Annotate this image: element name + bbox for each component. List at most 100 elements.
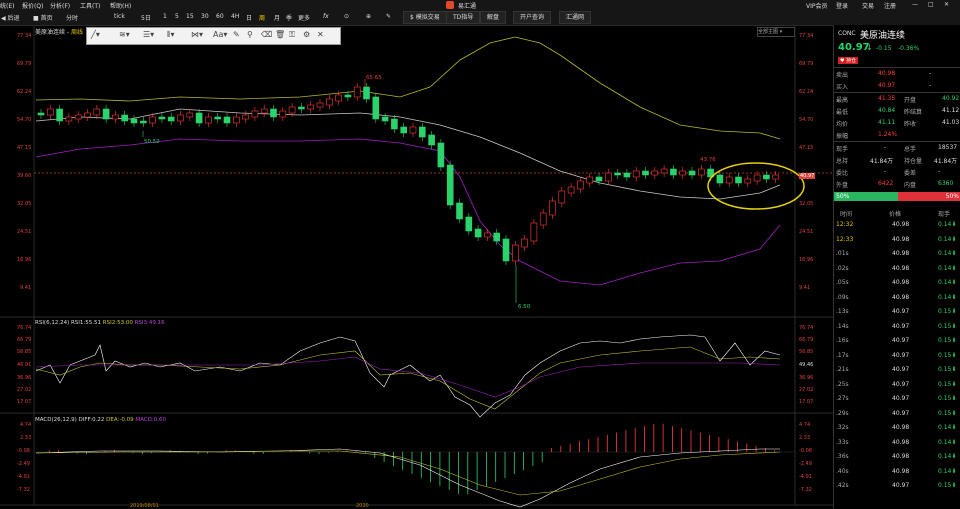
buy-volume: - bbox=[929, 82, 932, 89]
settings-icon[interactable]: ⊙ bbox=[344, 13, 349, 20]
toolbar-item-week[interactable]: 周 bbox=[259, 13, 265, 22]
candle-body bbox=[614, 172, 621, 176]
home-button[interactable]: ■ 首页 bbox=[33, 13, 53, 22]
boll-upper-line bbox=[35, 36, 781, 140]
toolbar-item-1[interactable]: 1 bbox=[163, 13, 167, 20]
toolbar-item-60[interactable]: 60 bbox=[216, 13, 224, 20]
candle-body bbox=[511, 244, 519, 262]
main-chart-area[interactable]: 65.65 50.52 6.50 43.76 bbox=[0, 25, 833, 509]
menu-analysis[interactable]: 分析(F) bbox=[50, 1, 70, 10]
trade-link[interactable]: 交易 bbox=[862, 1, 874, 10]
trade-volume: 0.14⬇ bbox=[938, 438, 957, 446]
toolbar-item-tick[interactable]: tick bbox=[114, 13, 125, 20]
td-guide-button[interactable]: TD指导 bbox=[446, 11, 481, 24]
open-label: 开盘 bbox=[904, 97, 917, 104]
candle-body bbox=[149, 116, 156, 124]
candle-body bbox=[670, 168, 677, 176]
toolbar-item-5day[interactable]: 5日 bbox=[141, 13, 151, 22]
register-link[interactable]: 注册 bbox=[884, 1, 896, 10]
sell-price: 40.98 bbox=[878, 70, 896, 77]
trade-time: .01s bbox=[836, 250, 849, 257]
trade-time: .33s bbox=[836, 438, 849, 446]
trade-price: 40.97 bbox=[892, 380, 910, 388]
login-link[interactable]: 登录 bbox=[836, 1, 848, 10]
candle-body bbox=[716, 174, 724, 184]
ltick-7: 24.51 bbox=[17, 229, 32, 235]
sell-label: 卖出 bbox=[836, 72, 849, 79]
candle-body bbox=[484, 232, 491, 238]
candle-body bbox=[660, 168, 668, 174]
trade-time: .25s bbox=[836, 380, 849, 388]
boll-lower-line bbox=[35, 138, 781, 286]
rsi-ltick-4: 36.96 bbox=[17, 375, 32, 381]
high-value: 41.35 bbox=[878, 95, 896, 102]
toolbar-item-day[interactable]: 日 bbox=[246, 13, 252, 22]
toolbar-item-5[interactable]: 5 bbox=[175, 13, 179, 20]
candle-body bbox=[158, 116, 166, 120]
rsi-ltick-3: 46.91 bbox=[17, 362, 32, 368]
total-hand-value: 18537 bbox=[938, 144, 958, 151]
trade-volume: 0.15⬇ bbox=[938, 308, 957, 315]
candle-body bbox=[372, 96, 380, 120]
candle-body bbox=[595, 176, 603, 182]
candle-body bbox=[223, 116, 231, 124]
trade-row: .29s 40.97 0.15⬇ bbox=[834, 407, 960, 422]
high-label: 最高 bbox=[836, 97, 849, 104]
trade-volume: 0.14⬇ bbox=[938, 453, 957, 460]
candle-body bbox=[502, 238, 510, 262]
open-interest-label: 总持 bbox=[836, 158, 849, 165]
plus-icon[interactable]: ⊕ bbox=[366, 13, 371, 20]
menu-help[interactable]: 帮助(H) bbox=[110, 1, 131, 10]
macd-ltick-1: 2.33 bbox=[20, 435, 32, 441]
fx-button[interactable]: fx bbox=[323, 13, 329, 20]
toolbar-item-month[interactable]: 月 bbox=[274, 13, 280, 22]
candle-body bbox=[363, 86, 370, 100]
analysis-button[interactable]: 解盘 bbox=[480, 11, 507, 24]
trade-row: .25s 40.97 0.15⬇ bbox=[834, 378, 960, 393]
candle-body bbox=[214, 116, 221, 120]
vip-link[interactable]: VIP会员 bbox=[806, 1, 828, 10]
maximize-icon[interactable]: □ bbox=[928, 1, 934, 8]
close-icon[interactable]: ✕ bbox=[944, 1, 949, 8]
toolbar-item-more[interactable]: 更多 bbox=[298, 13, 310, 22]
trade-time: 12:32 bbox=[836, 221, 854, 228]
rsi-rtick-4: 36.96 bbox=[799, 375, 814, 381]
symbol-name: 美原油连续 bbox=[860, 31, 906, 41]
rsi-rtick-5: 27.02 bbox=[799, 387, 814, 393]
current-price-tag: 40.97 bbox=[799, 173, 816, 179]
amplitude-value: 1.24% bbox=[878, 131, 898, 138]
sim-trade-button[interactable]: $ 模拟交易 bbox=[403, 11, 447, 24]
candle-body bbox=[307, 104, 315, 110]
menu-system[interactable]: 统(E) bbox=[0, 1, 14, 10]
ltick-0: 77.34 bbox=[17, 33, 32, 39]
hold-badge[interactable]: ♥ 持仓 bbox=[838, 57, 859, 64]
trade-time: .13s bbox=[836, 308, 849, 315]
trade-time: 12:33 bbox=[836, 235, 854, 243]
menu-quote[interactable]: 报价(Q) bbox=[22, 1, 43, 10]
toolbar-item-fenshi[interactable]: 分时 bbox=[66, 13, 78, 22]
low-value: 40.84 bbox=[878, 107, 896, 114]
cur-hand-label: 现手 bbox=[836, 146, 849, 153]
toolbar-item-15[interactable]: 15 bbox=[186, 13, 194, 20]
trade-price: 40.97 bbox=[892, 409, 910, 417]
trade-volume: 0.14⬇ bbox=[938, 264, 957, 272]
back-button[interactable]: ◀ 后退 bbox=[1, 13, 20, 22]
trade-row: .05s 40.98 0.14⬇ bbox=[834, 276, 960, 291]
trade-volume: 0.15⬇ bbox=[938, 337, 957, 344]
toolbar-item-4h[interactable]: 4H bbox=[231, 13, 239, 20]
rsi3-value: RSI3:49.16 bbox=[134, 320, 165, 326]
huitong-button[interactable]: 汇通网 bbox=[559, 11, 592, 24]
candle-body bbox=[121, 114, 128, 122]
macd-ltick-0: 4.74 bbox=[20, 422, 32, 428]
low-mark-label: 6.50 bbox=[518, 304, 531, 310]
toolbar-item-season[interactable]: 季 bbox=[286, 13, 292, 22]
quote-panel: CONC 美原油连续 40.97 ↓ -0.15 -0.36% ♥ 持仓 卖出 … bbox=[833, 25, 960, 509]
account-query-button[interactable]: 开户查询 bbox=[513, 11, 552, 24]
menu-tools[interactable]: 工具(T) bbox=[80, 1, 100, 10]
candle-body bbox=[604, 172, 612, 182]
minimize-icon[interactable]: — bbox=[912, 1, 918, 8]
toolbar-item-30[interactable]: 30 bbox=[201, 13, 209, 20]
candle-body bbox=[567, 186, 575, 194]
candle-body bbox=[763, 174, 770, 180]
drawing-icon[interactable]: ✎ bbox=[386, 13, 391, 20]
